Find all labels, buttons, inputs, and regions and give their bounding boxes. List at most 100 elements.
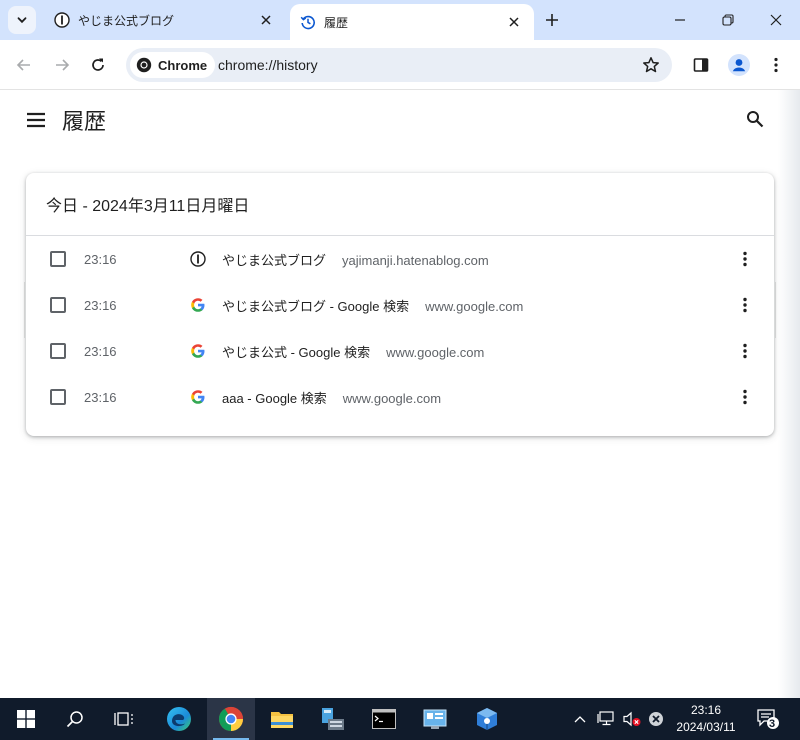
server-manager-icon — [322, 708, 344, 730]
toolbar: Chrome chrome://history — [0, 40, 800, 90]
arrow-left-icon — [16, 59, 30, 71]
more-vert-icon — [743, 251, 747, 267]
search-icon[interactable] — [746, 110, 764, 128]
taskbar-control-panel[interactable] — [411, 698, 459, 740]
tab-yajima-blog[interactable]: やじま公式ブログ — [42, 0, 286, 40]
side-panel-icon — [693, 58, 709, 72]
forward-button[interactable] — [48, 51, 76, 79]
show-hidden-icons-button[interactable] — [570, 698, 590, 740]
close-tab-icon[interactable] — [256, 10, 276, 30]
arrow-right-icon — [56, 59, 70, 71]
history-entry[interactable]: 23:16 やじま公式 - Google 検索 www.google.com — [26, 328, 774, 374]
system-clock[interactable]: 23:16 2024/03/11 — [668, 702, 744, 736]
entry-domain: www.google.com — [425, 298, 524, 314]
entry-link[interactable]: やじま公式 - Google 検索 www.google.com — [222, 342, 484, 361]
tab-history[interactable]: 履歴 — [290, 4, 534, 40]
address-bar[interactable]: Chrome chrome://history — [126, 48, 672, 82]
start-button[interactable] — [2, 698, 50, 740]
profile-button[interactable] — [727, 53, 751, 77]
hatena-icon — [190, 251, 206, 267]
side-panel-button[interactable] — [689, 53, 713, 77]
edge-icon — [167, 707, 191, 731]
history-icon — [300, 14, 316, 30]
entry-checkbox[interactable] — [50, 297, 66, 313]
history-entry[interactable]: 23:16 やじま公式ブログ - Google 検索 www.google.com — [26, 282, 774, 328]
taskbar-edge[interactable] — [155, 698, 203, 740]
security-alert-button[interactable] — [645, 698, 667, 740]
bookmark-star-icon[interactable] — [642, 56, 660, 74]
entry-title: aaa - Google 検索 — [222, 390, 327, 406]
restore-button[interactable] — [704, 0, 752, 40]
control-panel-icon — [423, 709, 447, 729]
taskbar-tool[interactable] — [463, 698, 511, 740]
chrome-menu-button[interactable] — [764, 53, 788, 77]
taskbar-cmd[interactable] — [360, 698, 408, 740]
minimize-icon — [675, 19, 685, 21]
entry-domain: www.google.com — [386, 344, 485, 360]
history-page: 履歴 今日 - 2024年3月11日月曜日 23:16 やじま公式ブログ yaji… — [0, 90, 800, 698]
avatar-icon — [728, 54, 750, 76]
task-view-button[interactable] — [100, 698, 148, 740]
history-entry[interactable]: 23:16 やじま公式ブログ yajimanji.hatenablog.com — [26, 236, 774, 282]
entry-checkbox[interactable] — [50, 389, 66, 405]
close-window-button[interactable] — [752, 0, 800, 40]
entry-more-button[interactable] — [738, 250, 752, 268]
entry-link[interactable]: aaa - Google 検索 www.google.com — [222, 388, 441, 407]
reload-button[interactable] — [84, 51, 112, 79]
chrome-logo-icon — [136, 57, 152, 73]
entry-checkbox[interactable] — [50, 343, 66, 359]
volume-button[interactable] — [620, 698, 644, 740]
site-info-chip[interactable]: Chrome — [130, 52, 216, 78]
more-vert-icon — [774, 57, 778, 73]
task-view-icon — [114, 712, 133, 726]
tab-title: やじま公式ブログ — [78, 13, 175, 28]
entry-link[interactable]: やじま公式ブログ yajimanji.hatenablog.com — [222, 250, 489, 269]
entry-checkbox[interactable] — [50, 251, 66, 267]
taskbar-app-server[interactable] — [309, 698, 357, 740]
reload-icon — [92, 58, 104, 71]
history-day-card: 今日 - 2024年3月11日月曜日 23:16 やじま公式ブログ yajiman… — [26, 173, 774, 436]
entry-link[interactable]: やじま公式ブログ - Google 検索 www.google.com — [222, 296, 523, 315]
notification-center-button[interactable]: 3 — [752, 698, 784, 740]
close-icon — [770, 14, 782, 26]
notification-count-badge: 3 — [769, 718, 776, 730]
google-icon — [191, 344, 205, 358]
entry-title: やじま公式 - Google 検索 — [222, 344, 371, 360]
network-button[interactable] — [594, 698, 618, 740]
back-button[interactable] — [10, 51, 38, 79]
google-icon — [191, 298, 205, 312]
entry-more-button[interactable] — [738, 388, 752, 406]
clock-time: 23:16 — [690, 703, 722, 717]
day-header: 今日 - 2024年3月11日月曜日 — [26, 173, 774, 236]
history-entry[interactable]: 23:16 aaa - Google 検索 www.google.com — [26, 374, 774, 420]
hatena-icon — [54, 12, 70, 28]
more-vert-icon — [743, 343, 747, 359]
new-tab-button[interactable] — [540, 8, 564, 32]
entry-title: やじま公式ブログ — [222, 252, 327, 268]
taskbar-chrome[interactable] — [207, 698, 255, 740]
close-tab-icon[interactable] — [504, 12, 524, 32]
folder-icon — [271, 712, 293, 728]
taskbar-search-button[interactable] — [51, 698, 99, 740]
entry-time: 23:16 — [84, 343, 117, 359]
chrome-icon — [219, 706, 243, 732]
minimize-button[interactable] — [656, 0, 704, 40]
entry-title: やじま公式ブログ - Google 検索 — [222, 298, 410, 314]
chip-label: Chrome — [158, 57, 208, 73]
taskbar-explorer[interactable] — [258, 698, 306, 740]
volume-muted-icon — [623, 711, 641, 727]
network-icon — [597, 711, 614, 726]
entry-time: 23:16 — [84, 297, 117, 313]
google-icon — [191, 390, 205, 404]
scroll-shadow — [778, 90, 800, 698]
menu-icon[interactable] — [26, 112, 46, 128]
restore-icon — [722, 14, 734, 26]
tab-search-button[interactable] — [8, 6, 36, 34]
entry-more-button[interactable] — [738, 296, 752, 314]
chevron-down-icon — [17, 17, 27, 24]
search-icon — [66, 711, 83, 728]
entry-domain: www.google.com — [342, 390, 442, 406]
entry-more-button[interactable] — [738, 342, 752, 360]
tab-strip: やじま公式ブログ 履歴 — [0, 0, 800, 40]
plus-icon — [546, 14, 558, 26]
